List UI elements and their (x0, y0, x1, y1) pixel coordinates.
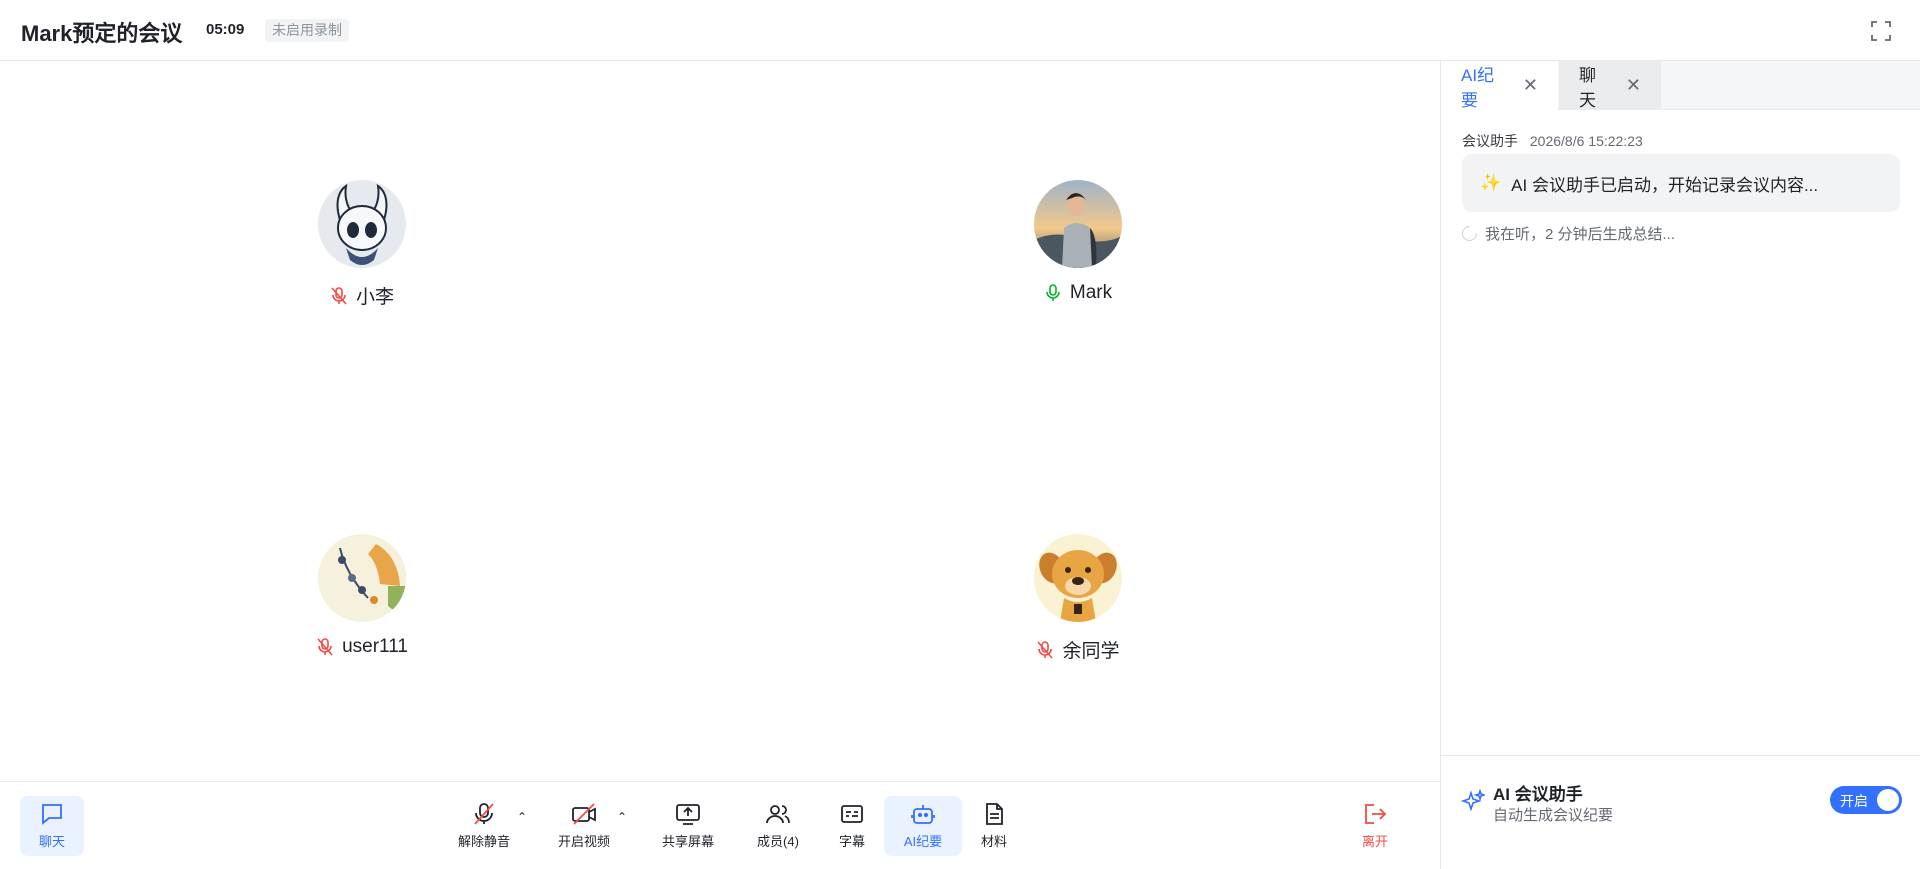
video-off-icon (572, 803, 596, 825)
unmute-label: 解除静音 (457, 834, 510, 849)
share-screen-button[interactable]: 共享屏幕 (656, 796, 720, 856)
participant-name: Mark (1069, 282, 1113, 303)
share-screen-icon (676, 804, 700, 825)
assistant-title: AI 会议助手 (1493, 785, 1583, 804)
message-bubble: ✨ AI 会议助手已启动，开始记录会议内容... (1462, 154, 1900, 212)
dog-avatar (1034, 534, 1122, 622)
chat-button[interactable]: 聊天 (20, 796, 84, 856)
toggle-label: 开启 (1840, 793, 1868, 809)
side-panel-tabs: AI纪要 ✕ 聊天 ✕ (1441, 61, 1920, 110)
materials-button[interactable]: 材料 (962, 796, 1026, 856)
ai-notes-label: AI纪要 (903, 834, 943, 849)
document-icon (986, 803, 1003, 825)
tab-chat[interactable]: 聊天 ✕ (1559, 61, 1661, 110)
mic-muted-icon (317, 638, 333, 656)
listening-status-text: 我在听，2 分钟后生成总结... (1485, 226, 1676, 243)
audio-options-chevron-icon[interactable]: ⌃ (517, 810, 531, 824)
timeline-avatar (318, 534, 406, 622)
video-label: 开启视频 (557, 834, 610, 849)
close-icon[interactable]: ✕ (1523, 75, 1538, 96)
loading-spinner-icon (1458, 222, 1481, 245)
toggle-knob (1877, 789, 1899, 811)
members-button[interactable]: 成员(4) (746, 796, 810, 856)
meeting-timer: 05:09 (206, 21, 245, 38)
video-stage: 小李 Mark user111 余同学 (0, 61, 1439, 781)
participant-tile[interactable]: Mark (978, 180, 1178, 304)
chat-bubble-icon (42, 804, 62, 825)
meeting-title: Mark预定的会议 (21, 21, 183, 46)
participant-tile[interactable]: 小李 (262, 180, 462, 309)
captions-icon (841, 805, 863, 823)
participant-tile[interactable]: user111 (262, 534, 462, 658)
captions-label: 字幕 (838, 834, 865, 849)
listening-status: 我在听，2 分钟后生成总结... (1458, 222, 1676, 245)
assistant-subtitle: 自动生成会议纪要 (1493, 807, 1614, 824)
members-icon (766, 805, 790, 824)
video-options-chevron-icon[interactable]: ⌃ (617, 810, 631, 824)
robot-icon (911, 805, 935, 824)
leave-label: 离开 (1361, 834, 1388, 849)
share-label: 共享屏幕 (661, 834, 714, 849)
fullscreen-icon[interactable] (1870, 20, 1892, 42)
tab-ai-notes[interactable]: AI纪要 ✕ (1441, 61, 1558, 110)
participant-name: 余同学 (1062, 641, 1120, 662)
top-bar: Mark预定的会议 05:09 未启用录制 (0, 0, 1920, 61)
leave-button[interactable]: 离开 (1343, 796, 1407, 856)
tab-label: 聊天 (1579, 65, 1596, 110)
bottom-toolbar: 聊天 解除静音 ⌃ 开启视频 ⌃ 共享屏幕 成员(4) 字幕 AI纪要 材料 离… (0, 781, 1440, 869)
tab-label: AI纪要 (1461, 65, 1495, 110)
message-sender: 会议助手 (1462, 133, 1518, 149)
materials-label: 材料 (980, 834, 1007, 849)
ai-assistant-section: AI 会议助手 自动生成会议纪要 开启 (1441, 755, 1920, 869)
message-meta: 会议助手 2026/8/6 15:22:23 (1462, 131, 1643, 151)
photo-avatar (1034, 180, 1122, 268)
assistant-toggle[interactable]: 开启 (1830, 786, 1902, 814)
mic-muted-icon (331, 286, 347, 305)
side-panel: AI纪要 ✕ 聊天 ✕ 会议助手 2026/8/6 15:22:23 ✨ AI … (1440, 61, 1920, 869)
message-text: AI 会议助手已启动，开始记录会议内容... (1511, 175, 1819, 195)
mic-on-icon (1046, 284, 1060, 301)
recording-status-badge: 未启用录制 (265, 19, 349, 42)
members-label: 成员(4) (757, 834, 799, 849)
chat-label: 聊天 (38, 834, 65, 849)
ai-notes-button[interactable]: AI纪要 (884, 796, 962, 856)
message-time: 2026/8/6 15:22:23 (1529, 133, 1643, 149)
start-video-button[interactable]: 开启视频 (552, 796, 616, 856)
mic-off-icon (474, 803, 494, 825)
participant-tile[interactable]: 余同学 (978, 534, 1178, 663)
mic-muted-icon (1037, 640, 1054, 659)
hollow-knight-avatar (318, 180, 406, 268)
close-icon[interactable]: ✕ (1626, 75, 1641, 96)
participant-name: user111 (342, 636, 408, 657)
captions-button[interactable]: 字幕 (820, 796, 884, 856)
sparkles-icon: ✨ (1480, 173, 1502, 192)
sparkle-icon (1461, 789, 1485, 812)
exit-icon (1365, 804, 1387, 824)
participant-name: 小李 (355, 287, 394, 308)
unmute-button[interactable]: 解除静音 (452, 796, 516, 856)
